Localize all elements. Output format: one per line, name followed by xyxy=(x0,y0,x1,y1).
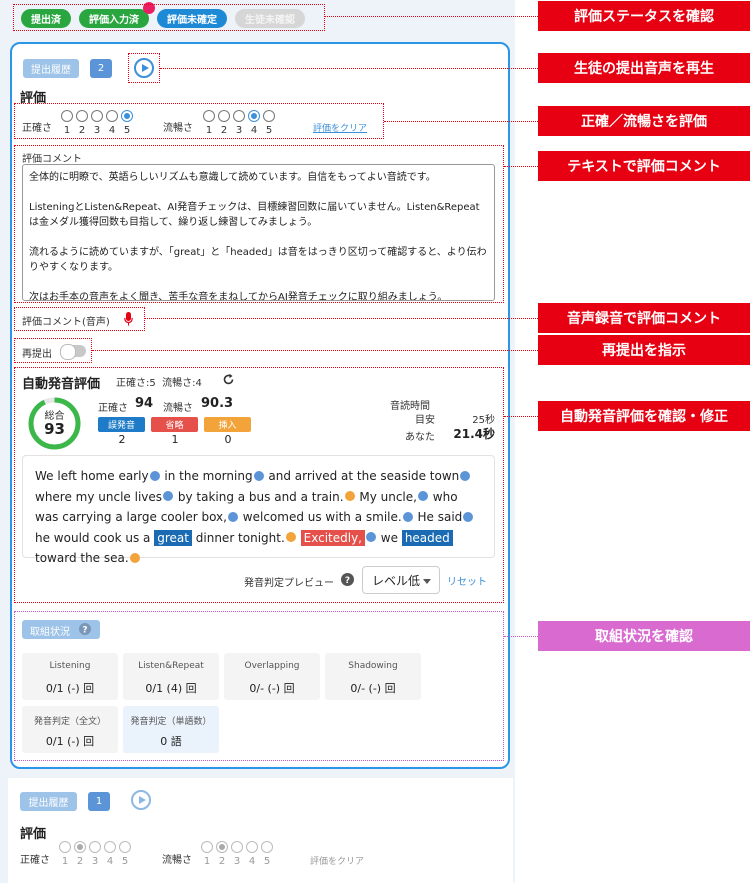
callout-auto-eval: 自動発音評価を確認・修正 xyxy=(538,401,750,431)
leader-line xyxy=(92,350,538,351)
callout-text-comment: テキストで評価コメント xyxy=(538,151,750,181)
leader-line xyxy=(504,636,538,637)
highlight-status xyxy=(13,4,325,31)
fluency-radio-2[interactable] xyxy=(216,841,228,853)
fluency-label-2: 流暢さ xyxy=(162,855,192,866)
fluency-scale-1: 1 xyxy=(203,856,211,867)
leader-line xyxy=(160,68,538,69)
fluency-scale-5: 5 xyxy=(263,856,271,867)
fluency-radio-3[interactable] xyxy=(231,841,243,853)
highlight-auto-eval xyxy=(14,367,504,603)
fluency-scale-2: 2 xyxy=(218,856,226,867)
callout-status: 評価ステータスを確認 xyxy=(538,1,750,31)
highlight-comment xyxy=(14,145,504,303)
accuracy-radio-3[interactable] xyxy=(89,841,101,853)
accuracy-radio-1[interactable] xyxy=(59,841,71,853)
submission-count-2[interactable]: 1 xyxy=(88,792,110,811)
callout-rate: 正確／流暢さを評価 xyxy=(538,106,750,136)
fluency-scale-4: 4 xyxy=(248,856,256,867)
fluency-scale-3: 3 xyxy=(233,856,241,867)
submission-card-2 xyxy=(8,778,513,883)
history-button[interactable]: 提出履歴 xyxy=(23,59,79,78)
accuracy-label-2: 正確さ xyxy=(20,855,50,866)
callout-progress: 取組状況を確認 xyxy=(538,621,750,651)
accuracy-scale-3: 3 xyxy=(91,856,99,867)
accuracy-radio-4[interactable] xyxy=(104,841,116,853)
highlight-resubmit xyxy=(14,338,92,363)
leader-line xyxy=(325,16,538,17)
fluency-radio-4[interactable] xyxy=(246,841,258,853)
fluency-radio-5[interactable] xyxy=(261,841,273,853)
accuracy-scale-5: 5 xyxy=(121,856,129,867)
highlight-progress xyxy=(14,611,504,761)
accuracy-scale-1: 1 xyxy=(61,856,69,867)
leader-line xyxy=(145,318,538,319)
highlight-voice-comment xyxy=(14,307,145,331)
highlight-rating xyxy=(14,103,384,139)
accuracy-radio-2[interactable] xyxy=(74,841,86,853)
leader-line xyxy=(384,121,538,122)
callout-voice-comment: 音声録音で評価コメント xyxy=(538,303,750,333)
clear-rating-link-2[interactable]: 評価をクリア xyxy=(310,854,364,867)
eval-heading-2: 評価 xyxy=(20,827,47,842)
leader-line xyxy=(504,166,538,167)
fluency-radio-1[interactable] xyxy=(201,841,213,853)
submission-count[interactable]: 2 xyxy=(90,59,112,78)
highlight-play xyxy=(128,53,160,83)
callout-resubmit: 再提出を指示 xyxy=(538,335,750,365)
history-button-2[interactable]: 提出履歴 xyxy=(20,792,77,811)
accuracy-scale-2: 2 xyxy=(76,856,84,867)
accuracy-radio-5[interactable] xyxy=(119,841,131,853)
accuracy-scale-4: 4 xyxy=(106,856,114,867)
callout-play: 生徒の提出音声を再生 xyxy=(538,53,750,83)
leader-line xyxy=(504,416,538,417)
play-icon[interactable] xyxy=(131,790,151,810)
